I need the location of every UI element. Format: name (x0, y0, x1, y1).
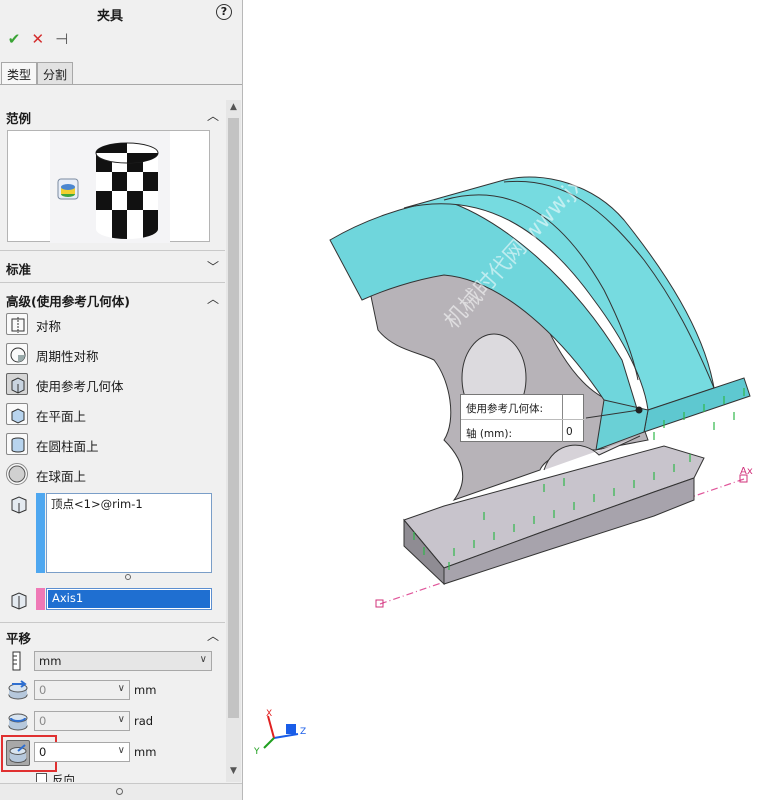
scroll-up-icon[interactable]: ▲ (226, 102, 241, 112)
translation-row2-unit: rad (134, 714, 154, 728)
divider (0, 622, 225, 623)
reference-selection-list[interactable]: Axis1 (46, 588, 212, 610)
on-flat-face-icon (6, 403, 28, 425)
faces-selection-list[interactable]: 顶点<1>@rim-1 (46, 493, 212, 573)
option-label: 对称 (36, 319, 62, 334)
chevron-up-icon[interactable]: ︿ (207, 627, 219, 644)
chevron-down-icon[interactable]: ﹀ (207, 258, 219, 275)
group-example-header[interactable]: 范例 ︿ (0, 104, 225, 128)
example-cylinder-image (50, 131, 170, 243)
option-on-spherical-face[interactable]: 在球面上 (6, 462, 216, 486)
symmetry-icon (6, 313, 28, 335)
group-translation-header[interactable]: 平移 ︿ (0, 624, 225, 648)
group-standard-header[interactable]: 标准 ﹀ (0, 255, 225, 279)
svg-text:Z: Z (300, 727, 306, 737)
chevron-down-icon: ∨ (199, 654, 207, 665)
reference-list-item[interactable]: Axis1 (48, 590, 210, 608)
resize-handle-icon[interactable] (116, 788, 123, 795)
svg-text:Y: Y (253, 747, 260, 757)
callout-anchor-dot (635, 406, 643, 414)
tab-strip: 类型 分割 (1, 62, 74, 84)
on-cylindrical-face-icon (6, 433, 28, 455)
option-label: 使用参考几何体 (36, 379, 124, 394)
panel-title: 夹具 (96, 9, 123, 24)
ok-check-icon[interactable]: ✔ (4, 30, 24, 48)
option-symmetry[interactable]: 对称 (6, 312, 216, 336)
circumferential-direction-icon[interactable] (6, 709, 30, 733)
cancel-x-icon[interactable]: ✕ (28, 30, 48, 48)
pin-icon[interactable]: ⊣ (52, 30, 72, 48)
svg-text:X: X (266, 709, 272, 719)
faces-list-item[interactable]: 顶点<1>@rim-1 (51, 496, 143, 512)
coordinate-triad-icon: X Y Z (253, 709, 306, 757)
group-standard-title: 标准 (6, 262, 32, 277)
option-label: 在圆柱面上 (36, 439, 99, 454)
unit-select-value: mm (39, 654, 62, 668)
chevron-down-icon: ∨ (117, 745, 125, 756)
translation-row2-input[interactable]: 0 ∨ (34, 711, 130, 731)
callout-row1-label: 使用参考几何体: (466, 403, 544, 415)
divider (0, 250, 225, 251)
group-translation-title: 平移 (6, 631, 32, 646)
translation-row3-unit: mm (134, 745, 157, 759)
tab-divider (0, 84, 242, 85)
reverse-label: 反向 (52, 773, 75, 782)
translation-row1-input[interactable]: 0 ∨ (34, 680, 130, 700)
scrollbar-thumb[interactable] (228, 118, 239, 718)
help-icon[interactable]: ? (216, 4, 232, 20)
group-advanced-header[interactable]: 高级(使用参考几何体) ︿ (0, 287, 225, 311)
circular-symmetry-icon (6, 343, 28, 365)
ruler-icon (10, 651, 24, 671)
chevron-down-icon: ∨ (117, 714, 125, 725)
option-on-cylindrical-face[interactable]: 在圆柱面上 (6, 432, 216, 456)
unit-select[interactable]: mm ∨ (34, 651, 212, 671)
panel-scrollbar[interactable]: ▲ ▼ (226, 100, 241, 782)
option-on-flat-face[interactable]: 在平面上 (6, 402, 216, 426)
callout-row2-value[interactable]: 0 (566, 426, 573, 438)
chevron-up-icon[interactable]: ︿ (207, 290, 219, 307)
callout-box[interactable]: 使用参考几何体: 轴 (mm): 0 (460, 394, 585, 442)
scroll-down-icon[interactable]: ▼ (226, 766, 241, 776)
chevron-up-icon[interactable]: ︿ (207, 107, 219, 124)
reference-geometry-icon (6, 373, 28, 395)
option-label: 在平面上 (36, 409, 87, 424)
example-preview (7, 130, 210, 243)
option-label: 在球面上 (36, 469, 87, 484)
chevron-down-icon: ∨ (117, 683, 125, 694)
tab-split[interactable]: 分割 (37, 62, 74, 84)
reference-selection-icon (8, 590, 30, 612)
panel-scroll-area: 范例 ︿ 标准 ﹀ 高级(使用参考几何体) ︿ 对称 周期性对称 使用参考几何体… (0, 100, 225, 782)
radial-direction-icon[interactable] (6, 740, 30, 766)
faces-list-resize-handle[interactable] (125, 574, 131, 580)
reference-color-swatch (36, 588, 45, 610)
panel-header: 夹具 ? (0, 0, 242, 26)
fixture-small-icon (57, 178, 79, 200)
option-circular-symmetry[interactable]: 周期性对称 (6, 342, 216, 366)
reverse-checkbox[interactable] (36, 773, 47, 782)
axial-direction-icon[interactable] (6, 678, 30, 702)
callout-divider (461, 419, 585, 420)
tab-type[interactable]: 类型 (1, 62, 38, 84)
axis-label: Ax (740, 466, 753, 477)
translation-row3-value: 0 (39, 745, 47, 759)
property-manager: 夹具 ? ✔ ✕ ⊣ 类型 分割 范例 ︿ 标准 ﹀ 高级(使用参考几何体) ︿… (0, 0, 243, 800)
translation-row1-unit: mm (134, 683, 157, 697)
on-spherical-face-icon (6, 463, 28, 485)
option-label: 周期性对称 (36, 349, 99, 364)
translation-row1-value: 0 (39, 683, 47, 697)
callout-row2-label: 轴 (mm): (466, 428, 513, 440)
panel-footer (0, 783, 242, 800)
group-advanced-title: 高级(使用参考几何体) (6, 294, 130, 309)
option-reference-geometry[interactable]: 使用参考几何体 (6, 372, 216, 396)
action-bar: ✔ ✕ ⊣ (4, 30, 72, 48)
divider (0, 282, 225, 283)
translation-row2-value: 0 (39, 714, 47, 728)
faces-color-swatch (36, 493, 45, 573)
group-example-title: 范例 (6, 111, 32, 126)
translation-row3-input[interactable]: 0 ∨ (34, 742, 130, 762)
faces-selection-icon (8, 494, 30, 516)
